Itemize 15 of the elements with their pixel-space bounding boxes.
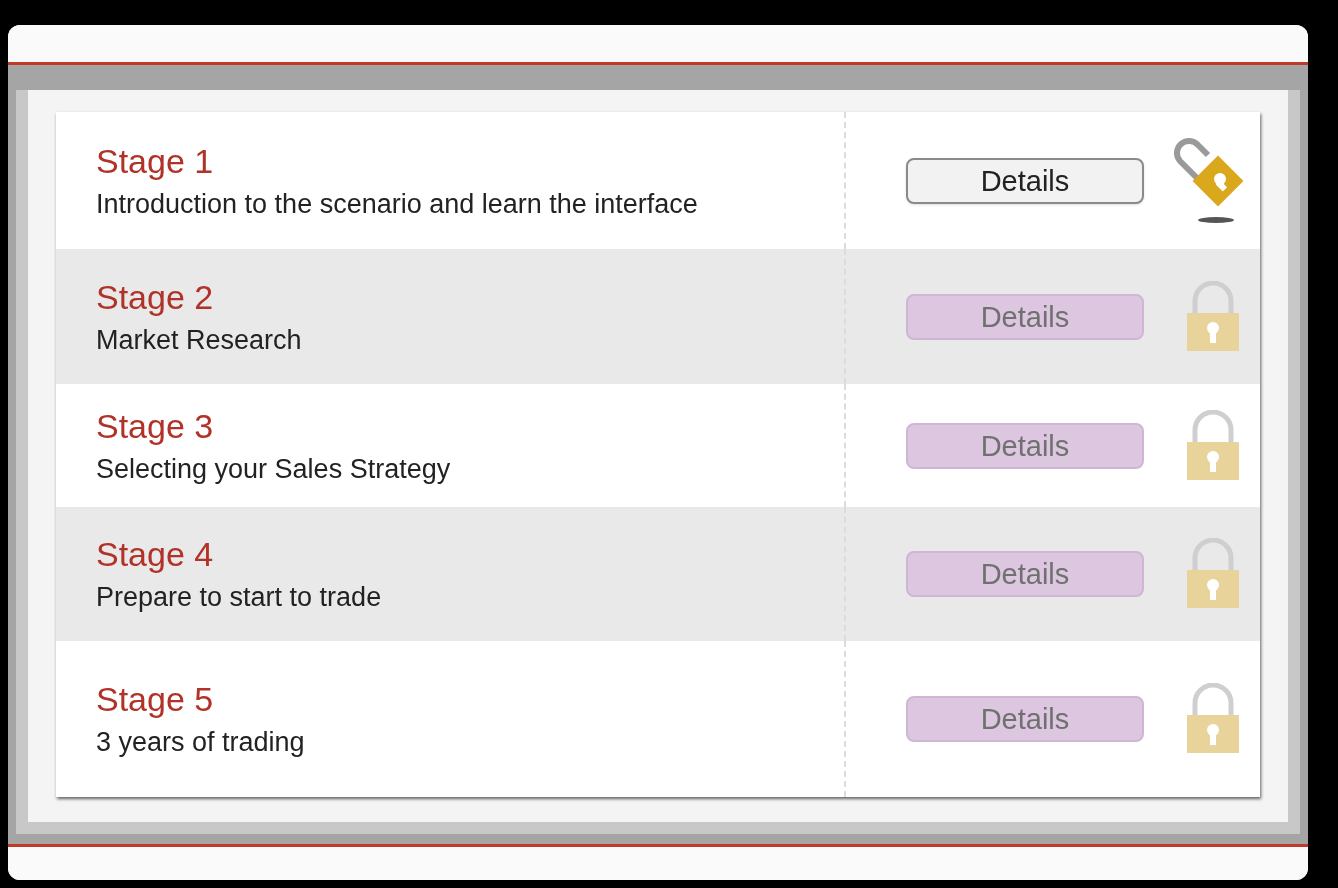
details-button[interactable]: Details <box>906 157 1144 204</box>
stage-description: 3 years of trading <box>96 726 305 758</box>
stage-title: Stage 4 <box>96 535 214 573</box>
stage-title: Stage 3 <box>96 406 214 445</box>
stage-title: Stage 1 <box>96 141 214 180</box>
stage-description: Prepare to start to trade <box>96 581 382 613</box>
padlock-icon <box>1185 683 1241 755</box>
stage-description: Market Research <box>96 323 302 356</box>
padlock-icon <box>1185 409 1241 482</box>
stage-description: Selecting your Sales Strategy <box>96 452 451 485</box>
padlock-icon <box>1185 538 1241 610</box>
padlock-icon <box>1185 280 1241 353</box>
stage-title: Stage 2 <box>96 277 214 316</box>
stage-description: Introduction to the scenario and learn the interface <box>96 187 698 220</box>
stage-title: Stage 5 <box>96 680 214 718</box>
